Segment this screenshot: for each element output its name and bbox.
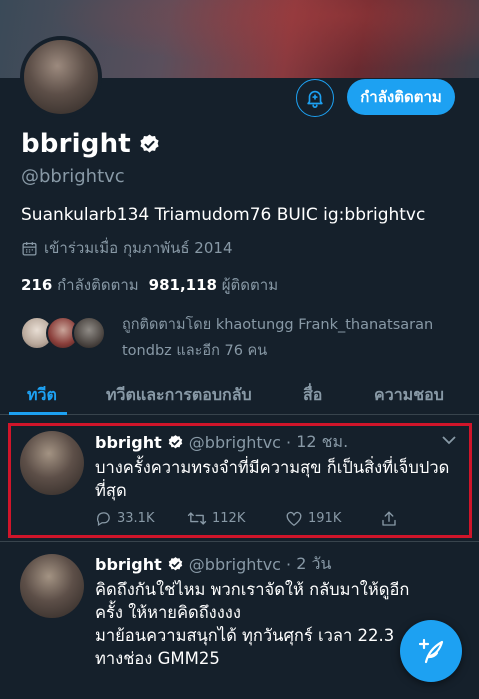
following-label: กำลังติดตาม — [57, 276, 139, 294]
followers-count-link[interactable]: 981,118 ผู้ติดตาม — [149, 273, 278, 297]
tweet-text: บางครั้งความทรงจำที่มีความสุข ก็เป็นสิ่ง… — [95, 458, 450, 500]
avatar — [72, 316, 106, 350]
reply-count: 33.1K — [117, 511, 155, 526]
share-button[interactable] — [380, 510, 403, 528]
tweet-author-handle: @bbrightvc — [188, 433, 281, 452]
tweet-text-line: คิดถึงกันใช่ไหม พวกเราจัดให้ กลับมาให้ดู… — [95, 580, 410, 599]
compose-tweet-button[interactable] — [400, 620, 462, 682]
following-count-link[interactable]: 216 กำลังติดตาม — [21, 273, 139, 297]
verified-badge-icon — [140, 133, 159, 152]
tab-tweets[interactable]: ทวีต — [27, 383, 57, 408]
calendar-icon — [22, 241, 37, 256]
notification-bell-button[interactable] — [296, 79, 334, 117]
retweet-button[interactable]: 112K — [187, 510, 245, 527]
followed-by-text: ถูกติดตามโดย khaotungg Frank_thanatsaran… — [122, 317, 434, 359]
profile-display-name: bbright — [21, 129, 131, 159]
tab-media[interactable]: สื่อ — [303, 383, 322, 408]
tweet-author-handle: @bbrightvc — [188, 555, 281, 574]
tweet-header: bbright @bbrightvc · 2 วัน — [95, 552, 331, 577]
followers-count: 981,118 — [148, 276, 217, 294]
tweet-actions: 33.1K 112K 191K — [95, 510, 415, 530]
retweet-count: 112K — [212, 511, 246, 526]
tweet-separator: · — [280, 433, 297, 452]
profile-tabs: ทวีต ทวีตและการตอบกลับ สื่อ ความชอบ — [0, 372, 479, 415]
tab-tweets-and-replies[interactable]: ทวีตและการตอบกลับ — [106, 383, 252, 408]
following-count: 216 — [21, 276, 53, 294]
profile-handle: @bbrightvc — [21, 166, 125, 187]
tweet-timestamp[interactable]: 2 วัน — [296, 552, 331, 577]
tweet-timestamp[interactable]: 12 ชม. — [296, 430, 348, 455]
tweet-avatar[interactable] — [20, 554, 84, 618]
follow-counts: 216 กำลังติดตาม 981,118 ผู้ติดตาม — [21, 273, 278, 297]
like-count: 191K — [308, 511, 342, 526]
verified-badge-icon — [168, 435, 183, 449]
profile-bio: Suankularb134 Triamudom76 BUIC ig:bbrigh… — [21, 205, 426, 225]
verified-badge-icon — [168, 557, 183, 571]
share-icon — [382, 511, 396, 526]
chevron-down-icon[interactable] — [441, 435, 457, 445]
profile-name-row: bbright — [21, 129, 161, 159]
followed-by-avatars — [20, 312, 110, 354]
tab-likes[interactable]: ความชอบ — [374, 383, 444, 408]
tweet-header: bbright @bbrightvc · 12 ชม. — [95, 430, 348, 455]
feather-plus-icon — [418, 638, 444, 664]
joined-text: เข้าร่วมเมื่อ กุมภาพันธ์ 2014 — [44, 239, 233, 257]
reply-button[interactable]: 33.1K — [95, 510, 154, 527]
tweet-author-name[interactable]: bbright — [95, 433, 162, 452]
tweet-divider — [0, 541, 479, 542]
tweet-author-name[interactable]: bbright — [95, 555, 162, 574]
following-button[interactable]: กำลังติดตาม — [347, 79, 455, 115]
followed-by-section[interactable]: ถูกติดตามโดย khaotungg Frank_thanatsaran… — [20, 312, 462, 364]
heart-icon — [286, 511, 302, 527]
joined-date: เข้าร่วมเมื่อ กุมภาพันธ์ 2014 — [21, 236, 232, 260]
active-tab-indicator — [9, 412, 67, 415]
retweet-icon — [187, 512, 207, 525]
reply-icon — [97, 512, 110, 527]
bell-plus-icon — [307, 90, 323, 108]
tweet-avatar[interactable] — [20, 431, 84, 495]
like-button[interactable]: 191K — [285, 510, 341, 527]
profile-avatar[interactable] — [20, 36, 102, 118]
tweet-separator: · — [280, 555, 297, 574]
followers-label: ผู้ติดตาม — [221, 276, 279, 294]
